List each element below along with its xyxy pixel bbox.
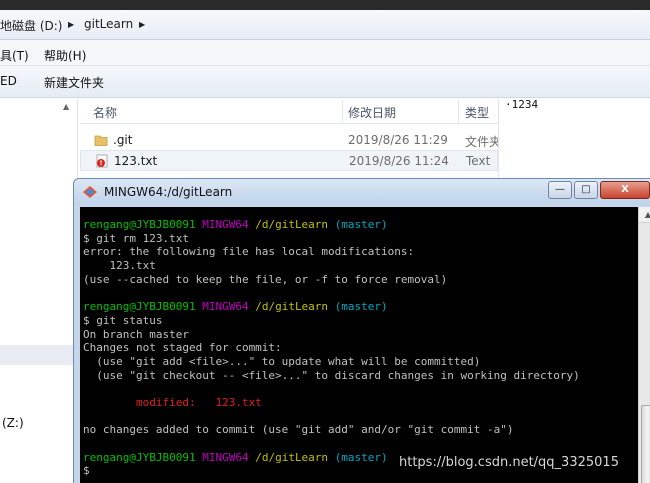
breadcrumb-separator-icon[interactable]: ▶	[68, 20, 74, 29]
file-type: Text	[466, 154, 491, 168]
navigation-pane: (Z:)	[0, 98, 78, 483]
modified-file-line: modified: 123.txt	[83, 395, 262, 409]
new-folder-button[interactable]: 新建文件夹	[44, 74, 104, 91]
column-name[interactable]: 名称	[93, 104, 117, 121]
scroll-up-arrow-icon[interactable]: ▲	[63, 102, 69, 111]
window-title: MINGW64:/d/gitLearn	[104, 185, 233, 199]
prompt-path: /d/gitLearn	[255, 450, 329, 464]
terminal-line: $ git status	[83, 313, 163, 327]
file-row-123txt[interactable]: 123.txt 2019/8/26 11:24 Text	[80, 150, 498, 171]
window-top-edge	[0, 0, 650, 10]
command-bar: ED 新建文件夹	[0, 66, 650, 98]
prompt-path: /d/gitLearn	[255, 300, 329, 314]
file-type: 文件夹	[465, 135, 502, 149]
mingw-window: MINGW64:/d/gitLearn — □ X rengang@JYBJB0…	[73, 178, 650, 483]
prompt-path: /d/gitLearn	[255, 218, 329, 231]
scroll-up-icon[interactable]: ▲	[639, 207, 650, 223]
column-divider[interactable]	[342, 100, 343, 122]
prompt-system: MINGW64	[202, 450, 249, 464]
scrollbar-thumb[interactable]	[641, 405, 650, 483]
file-list: 名称 修改日期 类型 .git 2019/8/26 11:29 文件夹 123.…	[80, 98, 502, 180]
terminal-line: On branch master	[83, 327, 189, 341]
git-bash-icon	[83, 186, 97, 198]
terminal-line: (use "git add <file>..." to update what …	[83, 354, 481, 368]
file-date: 2019/8/26 11:24	[349, 154, 449, 168]
nav-drive-z[interactable]: (Z:)	[2, 416, 24, 430]
mingw-title-bar[interactable]: MINGW64:/d/gitLearn — □ X	[74, 179, 650, 205]
preview-text: ·1234	[505, 98, 539, 111]
terminal-line: 123.txt	[83, 259, 156, 273]
terminal-line: Changes not staged for commit:	[83, 341, 282, 355]
breadcrumb-folder[interactable]: gitLearn	[84, 17, 133, 31]
prompt-branch: (master)	[334, 218, 388, 231]
file-date: 2019/8/26 11:29	[348, 133, 448, 147]
preview-pane: ·1234	[498, 98, 650, 180]
column-divider[interactable]	[458, 100, 459, 122]
terminal-line: (use "git checkout -- <file>..." to disc…	[83, 368, 580, 382]
prompt-branch: (master)	[334, 300, 388, 314]
column-header-row: 名称 修改日期 类型	[80, 98, 498, 124]
file-row-git[interactable]: .git 2019/8/26 11:29 文件夹	[80, 130, 502, 151]
file-name: .git	[113, 133, 133, 147]
menu-help[interactable]: 帮助(H)	[44, 47, 86, 64]
prompt-line: rengang@JYBJB0091 MINGW64 /d/gitLearn (m…	[83, 300, 638, 314]
print-button[interactable]: ED	[0, 74, 17, 88]
terminal-scrollbar[interactable]: ▲	[638, 207, 650, 483]
prompt-line: rengang@JYBJB0091 MINGW64 /d/gitLearn (m…	[83, 218, 638, 232]
column-type[interactable]: 类型	[465, 104, 489, 121]
menu-bar: 具(T) 帮助(H)	[0, 40, 650, 66]
terminal-line: (use --cached to keep the file, or -f to…	[83, 272, 448, 286]
column-date[interactable]: 修改日期	[348, 104, 396, 121]
maximize-button[interactable]: □	[574, 181, 598, 199]
menu-tools[interactable]: 具(T)	[0, 47, 29, 64]
breadcrumb-separator-icon[interactable]: ▶	[139, 20, 145, 29]
minimize-button[interactable]: —	[548, 181, 572, 199]
prompt-system: MINGW64	[202, 218, 249, 231]
prompt-system: MINGW64	[202, 300, 249, 314]
terminal-line: $ git rm 123.txt	[83, 231, 189, 245]
folder-icon	[94, 135, 108, 146]
nav-selected-item[interactable]	[0, 345, 78, 365]
terminal-line: error: the following file has local modi…	[83, 245, 415, 259]
close-button[interactable]: X	[600, 181, 650, 199]
screen: 地磁盘 (D:) ▶ gitLearn ▶ 具(T) 帮助(H) ED 新建文件…	[0, 0, 650, 483]
prompt-branch: (master)	[334, 450, 388, 464]
prompt-user: rengang@JYBJB0091	[83, 300, 196, 314]
terminal-line: no changes added to commit (use "git add…	[83, 423, 514, 437]
modified-file-icon	[96, 154, 108, 168]
prompt-user: rengang@JYBJB0091	[83, 218, 196, 231]
breadcrumb-drive[interactable]: 地磁盘 (D:)	[0, 17, 62, 34]
address-bar[interactable]: 地磁盘 (D:) ▶ gitLearn ▶	[0, 10, 650, 40]
watermark-text: https://blog.csdn.net/qq_3325015	[399, 455, 619, 470]
file-name: 123.txt	[114, 154, 158, 168]
terminal-output[interactable]: rengang@JYBJB0091 MINGW64 /d/gitLearn (m…	[80, 207, 638, 483]
prompt-user: rengang@JYBJB0091	[83, 450, 196, 464]
